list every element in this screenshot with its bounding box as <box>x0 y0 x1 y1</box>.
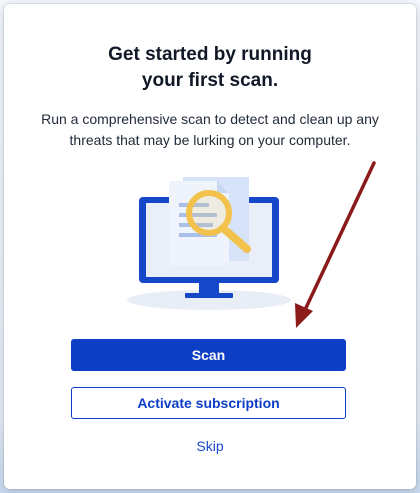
title-line-1: Get started by running <box>108 44 312 65</box>
skip-row: Skip <box>4 438 416 454</box>
monitor-scan-icon <box>127 177 291 310</box>
skip-link[interactable]: Skip <box>196 438 223 454</box>
title-line-2: your first scan. <box>141 70 279 91</box>
onboarding-dialog: Get started by running your first scan. … <box>4 4 416 489</box>
scan-button[interactable]: Scan <box>71 339 346 371</box>
scan-illustration <box>109 167 309 315</box>
dialog-description: Run a comprehensive scan to detect and c… <box>41 111 379 148</box>
activate-subscription-button[interactable]: Activate subscription <box>71 387 346 419</box>
dialog-title: Get started by running your first scan. <box>4 42 416 94</box>
